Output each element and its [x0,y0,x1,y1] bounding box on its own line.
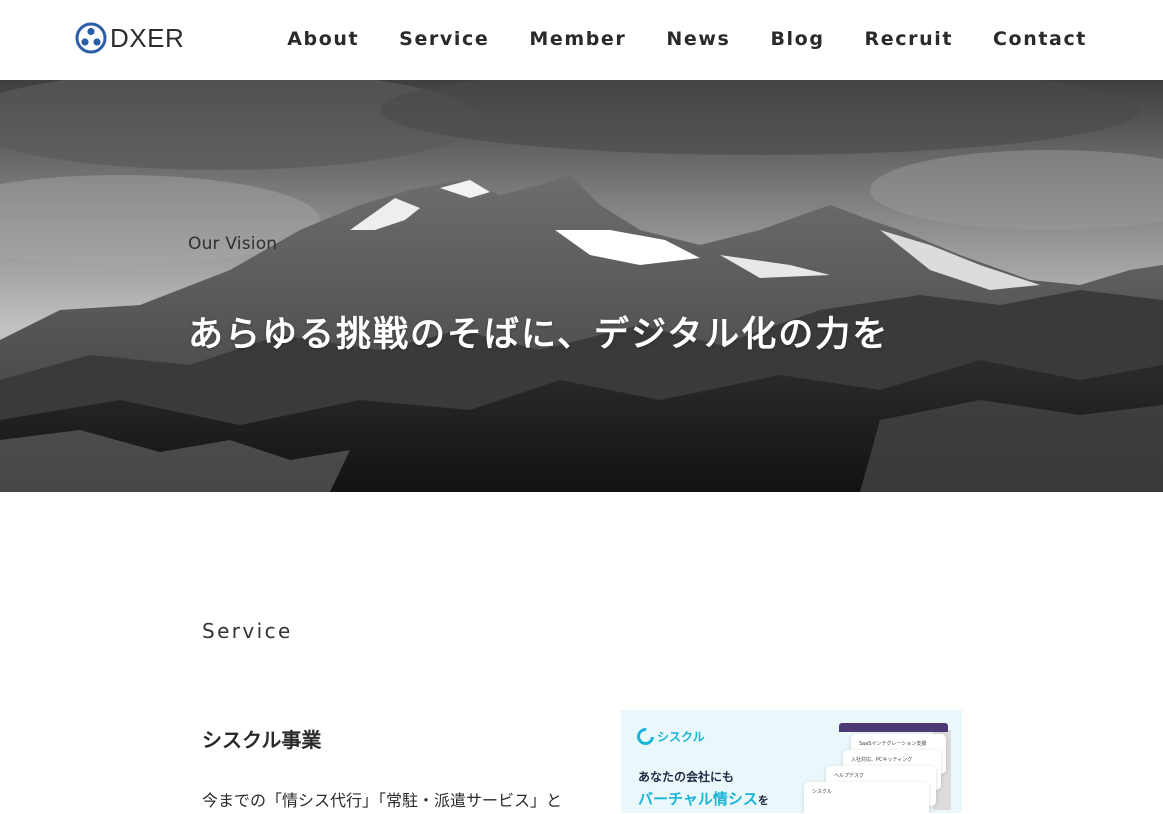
service-description: 今までの「情シス代行」「常駐・派遣サービス」と [202,791,563,810]
card-headline-2: バーチャル情シスを [638,788,769,809]
service-card-image[interactable]: シスクル あなたの会社にも バーチャル情シスを SaaSインテグレーション支援 … [621,710,962,813]
nav-news[interactable]: News [666,28,730,50]
site-logo[interactable]: DXER [75,21,184,55]
card-panel-2-label: 入社対応、PCキッティング [851,757,913,763]
card-panel-4-label: シスクル [812,789,832,795]
site-header: DXER About Service Member News Blog Recr… [0,0,1163,80]
card-headline-2-main: バーチャル情シス [638,790,758,808]
card-panel-4: シスクル [804,782,929,813]
nav-contact[interactable]: Contact [993,28,1087,50]
card-brand-text: シスクル [657,730,705,744]
section-heading-service: Service [202,619,293,643]
hero-banner: Our Vision あらゆる挑戦のそばに、デジタル化の力を [0,80,1163,492]
card-brand: シスクル [633,724,705,749]
logo-text: DXER [110,23,185,53]
logo-mark-icon [75,22,107,54]
hero-title: あらゆる挑戦のそばに、デジタル化の力を [188,315,890,355]
nav-blog[interactable]: Blog [770,28,824,50]
mountain-image [0,80,1163,492]
card-panel-3-label: ヘルプデスク [834,773,865,779]
service-title: シスクル事業 [202,728,322,752]
main-nav: About Service Member News Blog Recruit C… [247,0,1087,78]
card-window-bar [839,723,948,732]
card-logo-icon [633,724,658,749]
hero-subtitle: Our Vision [188,234,278,254]
card-headline-2-suffix: を [757,794,769,807]
nav-about[interactable]: About [287,28,359,50]
nav-service[interactable]: Service [399,28,489,50]
card-panel-1-label: SaaSインテグレーション支援 [859,741,927,747]
nav-member[interactable]: Member [529,28,626,50]
card-headline-1: あなたの会社にも [638,770,735,784]
nav-recruit[interactable]: Recruit [865,28,953,50]
